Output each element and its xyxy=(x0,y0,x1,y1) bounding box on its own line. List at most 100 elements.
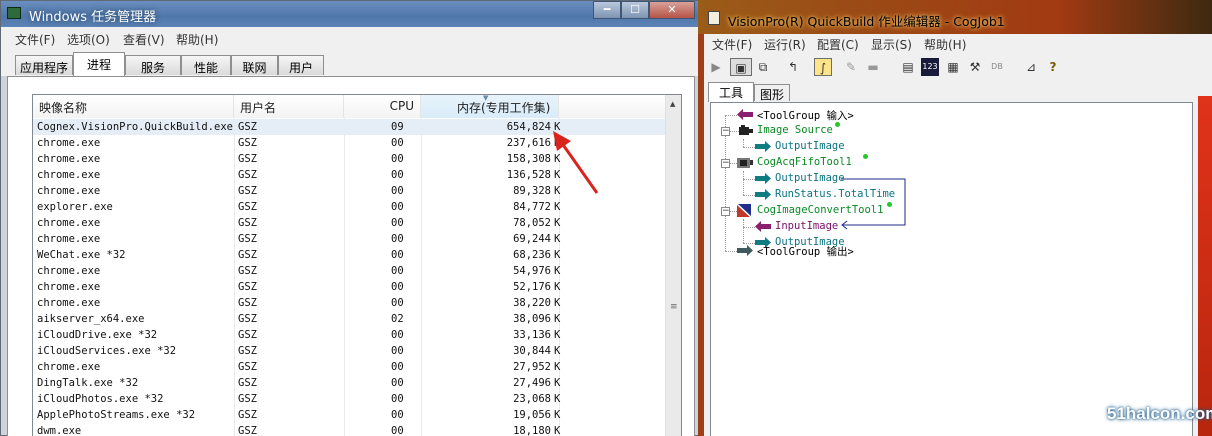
table-row[interactable]: chrome.exe GSZ 00 38,220 K xyxy=(33,295,665,311)
process-memory: 68,236 xyxy=(513,249,551,261)
table-icon[interactable]: ▦ xyxy=(944,58,962,76)
column-header-user-name[interactable]: 用户名 xyxy=(234,95,344,118)
table-row[interactable]: chrome.exe GSZ 00 69,244 K xyxy=(33,231,665,247)
watermark: 51halcon.com xyxy=(1107,404,1212,423)
table-row[interactable]: iCloudPhotos.exe *32 GSZ 00 23,068 K xyxy=(33,391,665,407)
menu-file[interactable]: 文件(F) xyxy=(15,31,55,48)
process-user: GSZ xyxy=(238,169,257,181)
process-name: chrome.exe xyxy=(37,297,101,309)
close-button[interactable]: ✕ xyxy=(649,1,695,19)
table-row[interactable]: explorer.exe GSZ 00 84,772 K xyxy=(33,199,665,215)
table-row[interactable]: chrome.exe GSZ 00 54,976 K xyxy=(33,263,665,279)
table-row[interactable]: iCloudDrive.exe *32 GSZ 00 33,136 K xyxy=(33,327,665,343)
task-manager-titlebar[interactable]: Windows 任务管理器 ━ ☐ ✕ xyxy=(1,1,701,27)
table-row[interactable]: dwm.exe GSZ 00 18,180 K xyxy=(33,423,665,436)
process-user: GSZ xyxy=(238,249,257,261)
minimize-button[interactable]: ━ xyxy=(593,1,621,19)
table-row[interactable]: chrome.exe GSZ 00 27,952 K xyxy=(33,359,665,375)
table-row[interactable]: chrome.exe GSZ 00 78,052 K xyxy=(33,215,665,231)
tab-networking[interactable]: 联网 xyxy=(231,55,278,75)
process-cpu: 02 xyxy=(391,313,404,325)
menu-file[interactable]: 文件(F) xyxy=(712,36,752,53)
table-row[interactable]: aikserver_x64.exe GSZ 02 38,096 K xyxy=(33,311,665,327)
db-icon[interactable]: DB xyxy=(988,58,1006,76)
process-memory: 33,136 xyxy=(513,329,551,341)
collapse-icon[interactable]: − xyxy=(721,127,730,136)
image-file-icon[interactable]: ⧉ xyxy=(754,58,772,76)
collapse-icon[interactable]: − xyxy=(721,159,730,168)
number-123-icon[interactable]: 123 xyxy=(921,58,939,76)
process-memory: 52,176 xyxy=(513,281,551,293)
visionpro-app-icon xyxy=(708,11,720,25)
tab-users[interactable]: 用户 xyxy=(278,55,324,75)
menu-help[interactable]: 帮助(H) xyxy=(924,36,966,53)
tools-icon[interactable]: ⚒ xyxy=(966,58,984,76)
menu-help[interactable]: 帮助(H) xyxy=(176,31,218,48)
table-row[interactable]: ApplePhotoStreams.exe *32 GSZ 00 19,056 K xyxy=(33,407,665,423)
help-icon[interactable]: ? xyxy=(1044,58,1062,76)
process-user: GSZ xyxy=(238,329,257,341)
tool-tree[interactable]: <ToolGroup 输入> − Image Source OutputImag… xyxy=(710,102,1193,436)
menu-run[interactable]: 运行(R) xyxy=(764,36,806,53)
tab-graphics[interactable]: 图形 xyxy=(754,84,790,102)
menu-configure[interactable]: 配置(C) xyxy=(817,36,859,53)
tab-applications[interactable]: 应用程序 xyxy=(15,55,73,75)
maximize-button[interactable]: ☐ xyxy=(621,1,649,19)
process-cpu: 00 xyxy=(391,265,404,277)
wand-icon[interactable]: ∫ xyxy=(814,58,832,76)
input-arrow-icon xyxy=(755,221,771,232)
tab-processes[interactable]: 进程 xyxy=(73,52,125,76)
task-manager-tabs: 应用程序 进程 服务 性能 联网 用户 xyxy=(1,49,701,76)
tree-image-source-output[interactable]: OutputImage xyxy=(775,140,845,152)
tree-acq-output-image[interactable]: OutputImage xyxy=(775,172,845,184)
process-user: GSZ xyxy=(238,425,257,436)
graph-icon[interactable]: ⊿ xyxy=(1022,58,1040,76)
process-user: GSZ xyxy=(238,121,257,133)
process-user: GSZ xyxy=(238,217,257,229)
eraser-icon[interactable]: ▬ xyxy=(864,58,882,76)
scroll-up-icon[interactable]: ▲ xyxy=(670,100,675,108)
tree-acq-fifo-tool[interactable]: CogAcqFifoTool1 xyxy=(757,156,852,168)
clipboard-icon[interactable]: ▤ xyxy=(899,58,917,76)
table-row[interactable]: WeChat.exe *32 GSZ 00 68,236 K xyxy=(33,247,665,263)
process-memory-unit: K xyxy=(554,249,561,261)
process-user: GSZ xyxy=(238,201,257,213)
scroll-thumb-grip-icon[interactable]: ≡ xyxy=(670,303,678,312)
table-row[interactable]: DingTalk.exe *32 GSZ 00 27,496 K xyxy=(33,375,665,391)
tab-performance[interactable]: 性能 xyxy=(181,55,231,75)
column-header-cpu[interactable]: CPU xyxy=(344,95,421,118)
tree-convert-input-image[interactable]: InputImage xyxy=(775,220,838,232)
tree-connector xyxy=(743,195,755,196)
tree-toolgroup-input[interactable]: <ToolGroup 输入> xyxy=(757,108,854,123)
menu-options[interactable]: 选项(O) xyxy=(67,31,110,48)
process-cpu: 00 xyxy=(391,249,404,261)
link-icon[interactable]: ↰ xyxy=(784,58,802,76)
tree-connector xyxy=(743,171,744,195)
visionpro-menubar: 文件(F) 运行(R) 配置(C) 显示(S) 帮助(H) xyxy=(704,34,1212,54)
acquisition-camera-icon xyxy=(737,158,753,168)
column-header-image-name[interactable]: 映像名称 xyxy=(33,95,234,118)
visionpro-client-area: 文件(F) 运行(R) 配置(C) 显示(S) 帮助(H) ▶ ▣ ⧉ ↰ ∫ … xyxy=(704,34,1212,436)
vertical-scrollbar[interactable]: ▲ ≡ xyxy=(665,95,681,436)
tree-toolgroup-output[interactable]: <ToolGroup 输出> xyxy=(757,244,854,259)
tab-services[interactable]: 服务 xyxy=(125,55,181,75)
menu-view[interactable]: 查看(V) xyxy=(123,31,165,48)
tree-image-source[interactable]: Image Source xyxy=(757,124,833,136)
run-continuous-icon[interactable]: ▣ xyxy=(730,58,752,76)
collapse-icon[interactable]: − xyxy=(721,207,730,216)
pen-icon[interactable]: ✎ xyxy=(842,58,860,76)
menu-display[interactable]: 显示(S) xyxy=(871,36,912,53)
process-cpu: 00 xyxy=(391,185,404,197)
column-header-memory[interactable]: ▼ 内存(专用工作集) xyxy=(421,95,559,118)
table-row[interactable]: chrome.exe GSZ 00 52,176 K xyxy=(33,279,665,295)
output-arrow-icon xyxy=(737,245,753,256)
process-user: GSZ xyxy=(238,233,257,245)
tab-tools[interactable]: 工具 xyxy=(708,82,754,102)
tree-connector xyxy=(743,219,744,243)
process-user: GSZ xyxy=(238,137,257,149)
visionpro-titlebar[interactable]: VisionPro(R) QuickBuild 作业编辑器 - CogJob1 xyxy=(698,0,1212,34)
run-once-icon[interactable]: ▶ xyxy=(707,58,725,76)
process-memory: 18,180 xyxy=(513,425,551,436)
table-row[interactable]: iCloudServices.exe *32 GSZ 00 30,844 K xyxy=(33,343,665,359)
process-memory: 38,220 xyxy=(513,297,551,309)
